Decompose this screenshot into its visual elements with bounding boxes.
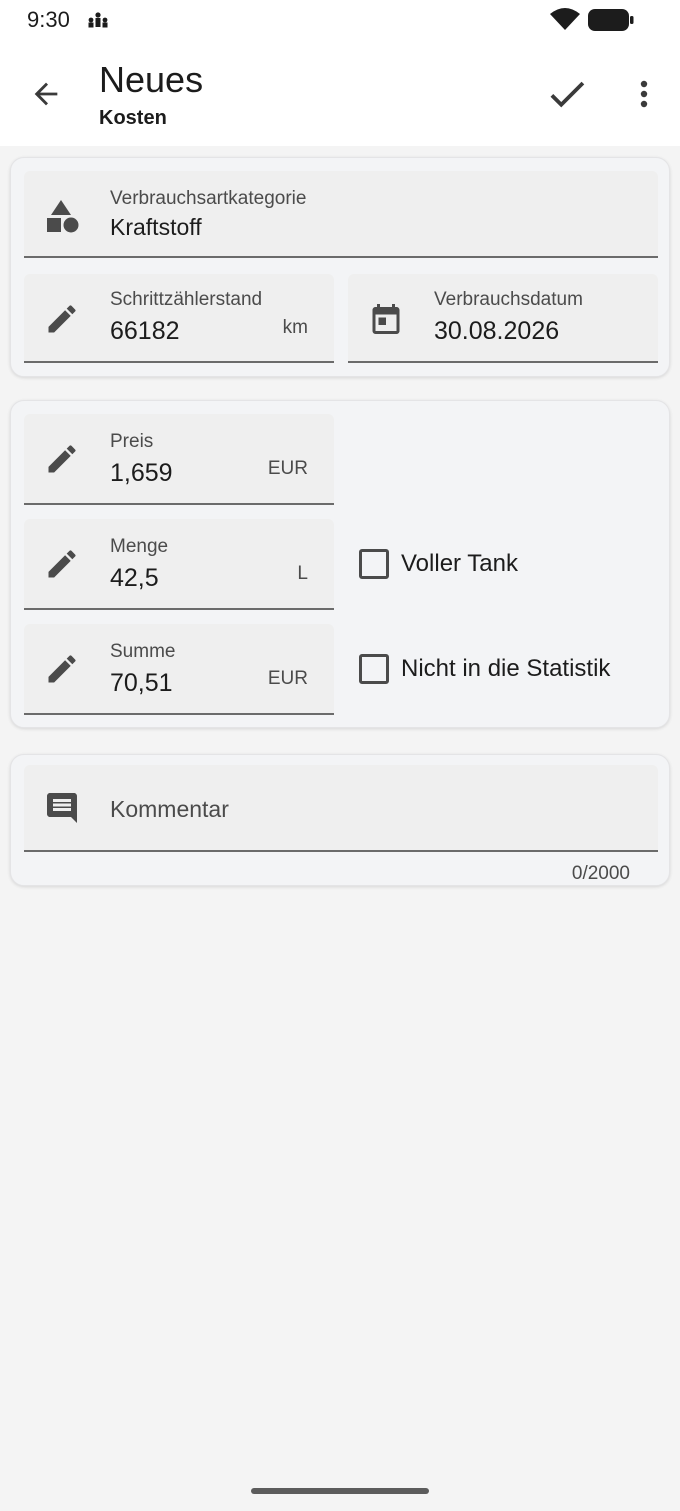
price-label: Preis: [110, 431, 154, 452]
edit-icon: [44, 441, 80, 482]
date-value: 30.08.2026: [434, 317, 560, 345]
app-bar: Neues Kosten: [0, 40, 680, 146]
exclude-stats-checkbox[interactable]: [359, 654, 389, 684]
exclude-stats-option[interactable]: Nicht in die Statistik: [359, 654, 610, 684]
cost-card: Preis 1,659 EUR Menge 42,5 L Summe 70,51…: [10, 400, 670, 728]
check-icon: [550, 81, 585, 108]
price-unit: EUR: [267, 458, 308, 479]
full-tank-label: Voller Tank: [401, 550, 518, 577]
quantity-label: Menge: [110, 536, 169, 557]
total-unit: EUR: [267, 668, 308, 689]
category-field[interactable]: Verbrauchsartkategorie Kraftstoff: [24, 171, 658, 258]
date-label: Verbrauchsdatum: [434, 289, 583, 310]
general-card: Verbrauchsartkategorie Kraftstoff Schrit…: [10, 157, 670, 377]
edit-icon: [44, 651, 80, 692]
quantity-field[interactable]: Menge 42,5 L: [24, 519, 334, 610]
wifi-icon: [549, 8, 581, 37]
comment-placeholder: Kommentar: [110, 796, 229, 822]
home-indicator[interactable]: [251, 1488, 429, 1494]
full-tank-option[interactable]: Voller Tank: [359, 549, 518, 579]
comment-counter: 0/2000: [571, 863, 630, 884]
category-value: Kraftstoff: [110, 214, 202, 240]
page-subtitle: Kosten: [99, 107, 167, 129]
comment-icon: [44, 790, 80, 831]
category-label: Verbrauchsartkategorie: [110, 188, 307, 209]
status-bar: 9:30: [0, 0, 680, 40]
save-button[interactable]: [541, 68, 593, 120]
exclude-stats-label: Nicht in die Statistik: [401, 655, 611, 682]
total-field[interactable]: Summe 70,51 EUR: [24, 624, 334, 715]
shapes-icon: [44, 198, 80, 239]
edit-icon: [44, 301, 80, 342]
odometer-value: 66182: [110, 317, 180, 345]
edit-icon: [44, 546, 80, 587]
comment-field[interactable]: Kommentar: [24, 765, 658, 852]
full-tank-checkbox[interactable]: [359, 549, 389, 579]
quantity-unit: L: [297, 563, 308, 584]
odometer-label: Schrittzählerstand: [110, 289, 263, 310]
notification-icon: [86, 11, 110, 34]
comment-card: Kommentar 0/2000: [10, 754, 670, 886]
total-label: Summe: [110, 641, 176, 662]
more-options-button[interactable]: [622, 68, 666, 120]
price-field[interactable]: Preis 1,659 EUR: [24, 414, 334, 505]
odometer-unit: km: [282, 317, 308, 338]
status-time: 9:30: [27, 7, 70, 32]
date-field[interactable]: Verbrauchsdatum 30.08.2026: [348, 274, 658, 363]
page-title: Neues: [99, 59, 204, 100]
price-value: 1,659: [110, 459, 173, 487]
more-vert-icon: [640, 80, 648, 108]
quantity-value: 42,5: [110, 564, 159, 592]
calendar-icon: [368, 301, 404, 342]
arrow-back-icon: [34, 82, 58, 106]
back-button[interactable]: [22, 70, 70, 118]
odometer-field[interactable]: Schrittzählerstand 66182 km: [24, 274, 334, 363]
battery-icon: [588, 9, 634, 36]
total-value: 70,51: [110, 669, 173, 697]
